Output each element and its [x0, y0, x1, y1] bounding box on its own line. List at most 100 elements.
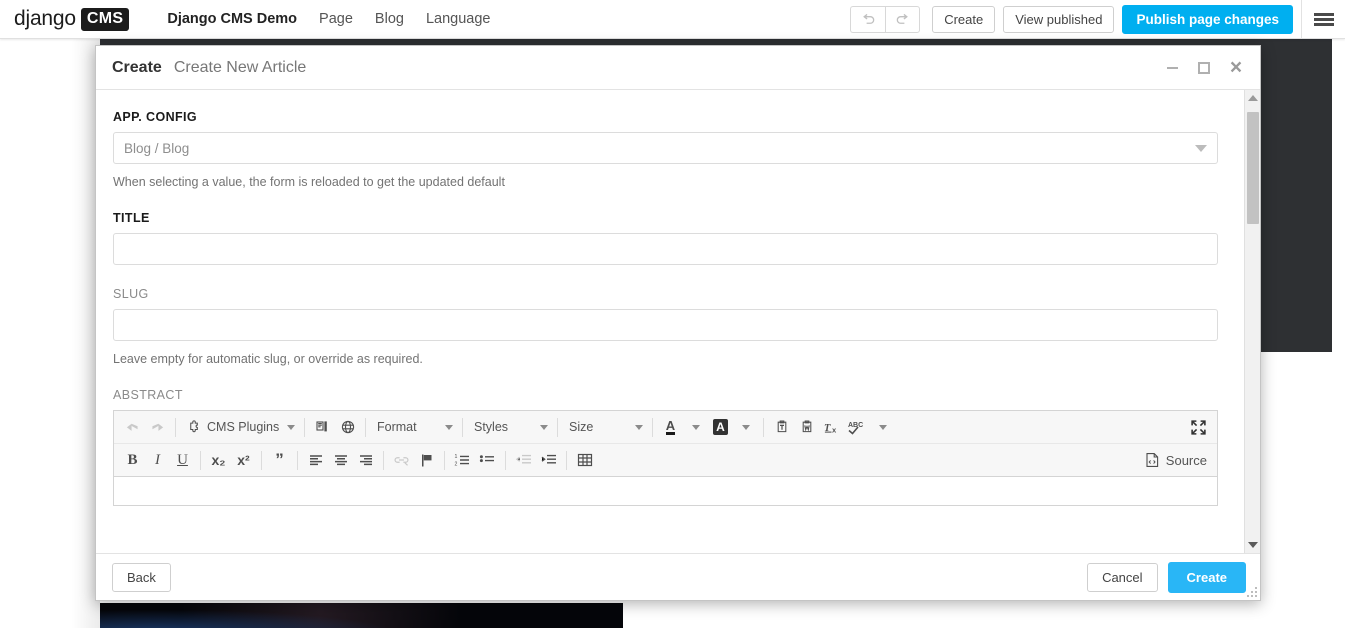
format-dropdown[interactable]: Format: [371, 415, 457, 440]
divider: [304, 417, 305, 437]
cancel-button[interactable]: Cancel: [1087, 562, 1158, 592]
paste-as-plain-text-icon[interactable]: [769, 415, 794, 440]
svg-text:ABC: ABC: [848, 422, 863, 429]
create-article-modal: Create Create New Article × APP. CONFIG …: [95, 45, 1261, 601]
align-right-icon[interactable]: [353, 448, 378, 473]
source-button[interactable]: Source: [1141, 448, 1211, 473]
title-label: TITLE: [113, 211, 150, 225]
text-color-chevron-down-icon[interactable]: [683, 415, 708, 440]
scrollbar-track[interactable]: [1245, 106, 1261, 537]
cms-plugins-dropdown[interactable]: CMS Plugins: [181, 415, 299, 440]
divider: [505, 450, 506, 470]
scrollbar-thumb[interactable]: [1246, 112, 1259, 224]
anchor-flag-icon[interactable]: [414, 448, 439, 473]
background-color-icon[interactable]: A: [708, 415, 733, 440]
logo-django-text: django: [14, 7, 76, 30]
outdent-icon[interactable]: [511, 448, 536, 473]
align-center-icon[interactable]: [328, 448, 353, 473]
field-abstract: ABSTRACT CMS Plugins Format Styles Size …: [113, 388, 1222, 506]
toolbar-item-site[interactable]: Django CMS Demo: [156, 2, 308, 36]
spell-check-icon[interactable]: ABC: [844, 415, 870, 440]
cms-link-globe-icon[interactable]: [335, 415, 360, 440]
unlink-icon[interactable]: [389, 448, 414, 473]
editor-redo-icon[interactable]: [145, 415, 170, 440]
editor-undo-icon[interactable]: [120, 415, 145, 440]
app-config-label: APP. CONFIG: [113, 110, 198, 124]
modal-subtitle: Create New Article: [173, 58, 307, 76]
scroll-up-icon[interactable]: [1245, 90, 1261, 106]
logo-cms-badge: CMS: [80, 7, 130, 31]
editor-toolbar-row-1: CMS Plugins Format Styles Size A A T x A…: [114, 411, 1217, 444]
undo-icon[interactable]: [850, 5, 886, 33]
modal-footer-actions: Cancel Create: [1087, 561, 1246, 593]
redo-icon[interactable]: [885, 5, 921, 33]
create-button[interactable]: Create: [932, 5, 996, 33]
divider: [557, 417, 558, 437]
numbered-list-icon[interactable]: 1 2: [450, 448, 475, 473]
modal-form: APP. CONFIG Blog / Blog When selecting a…: [96, 90, 1244, 553]
field-slug: SLUG Leave empty for automatic slug, or …: [113, 287, 1222, 366]
svg-text:2: 2: [455, 461, 458, 467]
bold-icon[interactable]: B: [120, 448, 145, 473]
slug-input[interactable]: [113, 309, 1218, 341]
app-config-select[interactable]: Blog / Blog: [113, 132, 1218, 164]
cms-toolbar: django CMS Django CMS Demo Page Blog Lan…: [0, 0, 1345, 39]
subscript-icon[interactable]: x₂: [206, 448, 231, 473]
table-icon[interactable]: [572, 448, 597, 473]
toolbar-item-language[interactable]: Language: [415, 2, 502, 36]
close-icon[interactable]: ×: [1220, 52, 1252, 84]
styles-dropdown[interactable]: Styles: [468, 415, 552, 440]
chevron-down-icon: [287, 424, 295, 430]
scroll-down-icon[interactable]: [1245, 537, 1261, 553]
minimize-icon[interactable]: [1156, 52, 1188, 84]
app-config-help: When selecting a value, the form is relo…: [113, 175, 505, 189]
title-input[interactable]: [113, 233, 1218, 265]
chevron-down-icon: [635, 424, 643, 430]
text-color-icon[interactable]: A: [658, 415, 683, 440]
abstract-label: ABSTRACT: [113, 388, 183, 402]
toolbar-item-page[interactable]: Page: [308, 2, 364, 36]
align-left-icon[interactable]: [303, 448, 328, 473]
view-published-button[interactable]: View published: [1003, 5, 1115, 33]
resize-grip[interactable]: [1247, 587, 1257, 597]
hamburger-menu-icon[interactable]: [1301, 0, 1345, 39]
toolbar-nav: Django CMS Demo Page Blog Language: [156, 2, 501, 36]
space-photo-continued: [463, 603, 623, 628]
editor-content-area[interactable]: [114, 477, 1217, 505]
svg-text:x: x: [832, 425, 837, 434]
chevron-down-icon: [1195, 145, 1207, 152]
space-photo: [88, 603, 463, 628]
bulleted-list-icon[interactable]: [475, 448, 500, 473]
modal-scrollbar[interactable]: [1244, 90, 1260, 553]
background-color-chevron-down-icon[interactable]: [733, 415, 758, 440]
toolbar-actions: Create View published Publish page chang…: [850, 0, 1345, 39]
back-button[interactable]: Back: [112, 562, 171, 592]
source-label: Source: [1165, 452, 1207, 468]
publish-page-changes-button[interactable]: Publish page changes: [1122, 4, 1293, 34]
django-cms-logo[interactable]: django CMS: [14, 7, 130, 31]
superscript-icon[interactable]: x²: [231, 448, 256, 473]
size-label: Size: [569, 420, 594, 434]
spell-check-chevron-down-icon[interactable]: [870, 415, 895, 440]
underline-icon[interactable]: U: [170, 448, 195, 473]
size-dropdown[interactable]: Size: [563, 415, 647, 440]
page-right-gutter: [1332, 0, 1345, 628]
slug-label: SLUG: [113, 287, 149, 301]
paste-from-word-icon[interactable]: [794, 415, 819, 440]
remove-format-icon[interactable]: T x: [819, 415, 844, 440]
maximize-editor-icon[interactable]: [1186, 415, 1211, 440]
create-submit-button[interactable]: Create: [1167, 561, 1246, 593]
field-title: TITLE: [113, 211, 1222, 265]
maximize-icon[interactable]: [1188, 52, 1220, 84]
indent-icon[interactable]: [536, 448, 561, 473]
divider: [462, 417, 463, 437]
cms-widgets-icon[interactable]: [310, 415, 335, 440]
blockquote-icon[interactable]: ”: [267, 448, 292, 473]
modal-footer: Back Cancel Create: [96, 553, 1260, 600]
italic-icon[interactable]: I: [145, 448, 170, 473]
toolbar-item-blog[interactable]: Blog: [364, 2, 415, 36]
divider: [566, 450, 567, 470]
modal-body-wrapper: APP. CONFIG Blog / Blog When selecting a…: [96, 90, 1260, 553]
modal-header[interactable]: Create Create New Article ×: [96, 46, 1260, 90]
background-color-letter: A: [713, 419, 728, 435]
